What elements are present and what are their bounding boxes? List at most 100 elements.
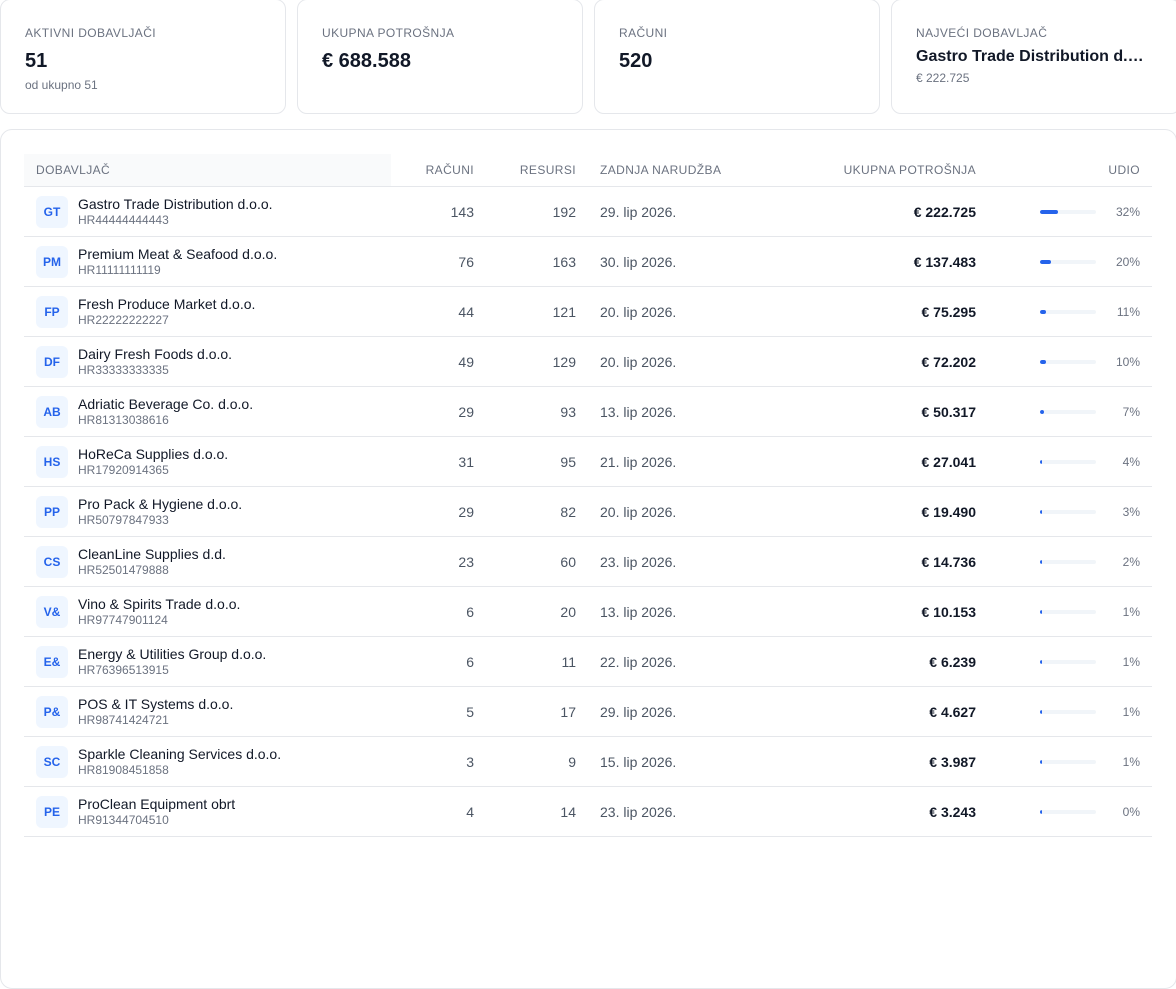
supplier-name[interactable]: Dairy Fresh Foods d.o.o. — [78, 346, 232, 363]
total-spend-cell: € 6.239 — [929, 653, 976, 670]
share-bar — [1040, 709, 1096, 714]
table-row[interactable]: AB Adriatic Beverage Co. d.o.o. HR813130… — [24, 387, 1152, 437]
card-subtext: od ukupno 51 — [25, 78, 98, 92]
col-header-total-spend[interactable]: UKUPNA POTROŠNJA — [768, 154, 988, 187]
share-bar-fill — [1040, 359, 1046, 364]
supplier-name[interactable]: Vino & Spirits Trade d.o.o. — [78, 596, 240, 613]
table-row[interactable]: V& Vino & Spirits Trade d.o.o. HR9774790… — [24, 587, 1152, 637]
card-value: Gastro Trade Distribution d.o.o. — [916, 48, 1153, 65]
invoices-cell: 3 — [466, 753, 474, 770]
invoices-cell: 23 — [458, 553, 474, 570]
supplier-cell: GT Gastro Trade Distribution d.o.o. HR44… — [24, 187, 391, 237]
supplier-vat: HR52501479888 — [78, 562, 169, 577]
table-header-row: DOBAVLJAČ RAČUNI RESURSI ZADNJA NARUDŽBA… — [24, 154, 1152, 187]
resources-cell: 121 — [552, 303, 576, 320]
table-row[interactable]: DF Dairy Fresh Foods d.o.o. HR3333333333… — [24, 337, 1152, 387]
supplier-name[interactable]: Sparkle Cleaning Services d.o.o. — [78, 746, 281, 763]
last-order-cell: 13. lip 2026. — [600, 403, 677, 420]
supplier-avatar: HS — [36, 445, 68, 478]
share-cell: 11% — [988, 287, 1152, 337]
resources-cell: 9 — [568, 753, 576, 770]
col-header-resources[interactable]: RESURSI — [486, 154, 588, 187]
supplier-cell: PE ProClean Equipment obrt HR91344704510 — [24, 787, 391, 837]
supplier-avatar: SC — [36, 745, 68, 778]
supplier-cell: P& POS & IT Systems d.o.o. HR98741424721 — [24, 687, 391, 737]
invoices-card: RAČUNI 520 — [594, 0, 880, 114]
total-spend-cell: € 10.153 — [921, 603, 977, 620]
supplier-cell: SC Sparkle Cleaning Services d.o.o. HR81… — [24, 737, 391, 787]
card-label: UKUPNA POTROŠNJA — [322, 26, 455, 40]
supplier-cell: PP Pro Pack & Hygiene d.o.o. HR507978479… — [24, 487, 391, 537]
supplier-name[interactable]: Fresh Produce Market d.o.o. — [78, 296, 255, 313]
share-bar-fill — [1040, 809, 1042, 814]
last-order-cell: 23. lip 2026. — [600, 553, 677, 570]
share-percent: 11% — [1116, 304, 1140, 319]
resources-cell: 192 — [552, 203, 576, 220]
total-spend-cell: € 19.490 — [921, 503, 977, 520]
resources-cell: 11 — [561, 653, 576, 670]
share-bar — [1040, 759, 1096, 764]
share-bar — [1040, 509, 1096, 514]
table-row[interactable]: CS CleanLine Supplies d.d. HR52501479888… — [24, 537, 1152, 587]
col-header-last-order[interactable]: ZADNJA NARUDŽBA — [588, 154, 768, 187]
table-row[interactable]: PP Pro Pack & Hygiene d.o.o. HR507978479… — [24, 487, 1152, 537]
share-cell: 3% — [988, 487, 1152, 537]
col-header-supplier[interactable]: DOBAVLJAČ — [24, 154, 391, 187]
supplier-name[interactable]: Pro Pack & Hygiene d.o.o. — [78, 496, 242, 513]
supplier-name[interactable]: CleanLine Supplies d.d. — [78, 546, 226, 563]
table-row[interactable]: GT Gastro Trade Distribution d.o.o. HR44… — [24, 187, 1152, 237]
share-percent: 1% — [1122, 754, 1140, 769]
table-row[interactable]: SC Sparkle Cleaning Services d.o.o. HR81… — [24, 737, 1152, 787]
supplier-name[interactable]: HoReCa Supplies d.o.o. — [78, 446, 228, 463]
supplier-name[interactable]: Adriatic Beverage Co. d.o.o. — [78, 396, 253, 413]
table-row[interactable]: E& Energy & Utilities Group d.o.o. HR763… — [24, 637, 1152, 687]
share-percent: 1% — [1122, 604, 1140, 619]
share-percent: 0% — [1122, 804, 1140, 819]
supplier-avatar: CS — [36, 545, 68, 578]
last-order-cell: 23. lip 2026. — [600, 803, 677, 820]
table-row[interactable]: FP Fresh Produce Market d.o.o. HR2222222… — [24, 287, 1152, 337]
table-row[interactable]: P& POS & IT Systems d.o.o. HR98741424721… — [24, 687, 1152, 737]
supplier-cell: CS CleanLine Supplies d.d. HR52501479888 — [24, 537, 391, 587]
table-row[interactable]: HS HoReCa Supplies d.o.o. HR17920914365 … — [24, 437, 1152, 487]
supplier-vat: HR22222222227 — [78, 312, 169, 327]
table-row[interactable]: PM Premium Meat & Seafood d.o.o. HR11111… — [24, 237, 1152, 287]
resources-cell: 95 — [560, 453, 576, 470]
share-percent: 32% — [1115, 204, 1140, 219]
supplier-vat: HR11111111119 — [78, 262, 161, 277]
supplier-name[interactable]: ProClean Equipment obrt — [78, 796, 235, 813]
total-spend-cell: € 14.736 — [921, 553, 977, 570]
card-value: 520 — [619, 50, 653, 72]
supplier-avatar: PP — [36, 495, 68, 528]
share-cell: 1% — [988, 737, 1152, 787]
share-percent: 7% — [1122, 404, 1140, 419]
share-cell: 10% — [988, 337, 1152, 387]
last-order-cell: 22. lip 2026. — [600, 653, 677, 670]
resources-cell: 129 — [552, 353, 576, 370]
supplier-cell: DF Dairy Fresh Foods d.o.o. HR3333333333… — [24, 337, 391, 387]
supplier-name[interactable]: Gastro Trade Distribution d.o.o. — [78, 196, 273, 213]
summary-cards: AKTIVNI DOBAVLJAČI 51 od ukupno 51 UKUPN… — [0, 0, 1176, 115]
share-bar-fill — [1040, 559, 1042, 564]
supplier-cell: PM Premium Meat & Seafood d.o.o. HR11111… — [24, 237, 391, 287]
last-order-cell: 20. lip 2026. — [600, 353, 677, 370]
supplier-cell: FP Fresh Produce Market d.o.o. HR2222222… — [24, 287, 391, 337]
total-spend-card: UKUPNA POTROŠNJA € 688.588 — [297, 0, 583, 114]
supplier-name[interactable]: Energy & Utilities Group d.o.o. — [78, 646, 266, 663]
col-header-invoices[interactable]: RAČUNI — [391, 154, 486, 187]
table-row[interactable]: PE ProClean Equipment obrt HR91344704510… — [24, 787, 1152, 837]
share-cell: 20% — [988, 237, 1152, 287]
supplier-name[interactable]: Premium Meat & Seafood d.o.o. — [78, 246, 277, 263]
supplier-name[interactable]: POS & IT Systems d.o.o. — [78, 696, 233, 713]
supplier-cell: HS HoReCa Supplies d.o.o. HR17920914365 — [24, 437, 391, 487]
supplier-vat: HR97747901124 — [78, 612, 168, 627]
supplier-avatar: PE — [36, 795, 68, 828]
resources-cell: 60 — [560, 553, 576, 570]
last-order-cell: 29. lip 2026. — [600, 203, 677, 220]
col-header-share[interactable]: UDIO — [988, 154, 1152, 187]
card-value: 51 — [25, 50, 48, 72]
last-order-cell: 13. lip 2026. — [600, 603, 677, 620]
share-bar — [1040, 559, 1096, 564]
share-bar-fill — [1040, 709, 1042, 714]
supplier-cell: E& Energy & Utilities Group d.o.o. HR763… — [24, 637, 391, 687]
